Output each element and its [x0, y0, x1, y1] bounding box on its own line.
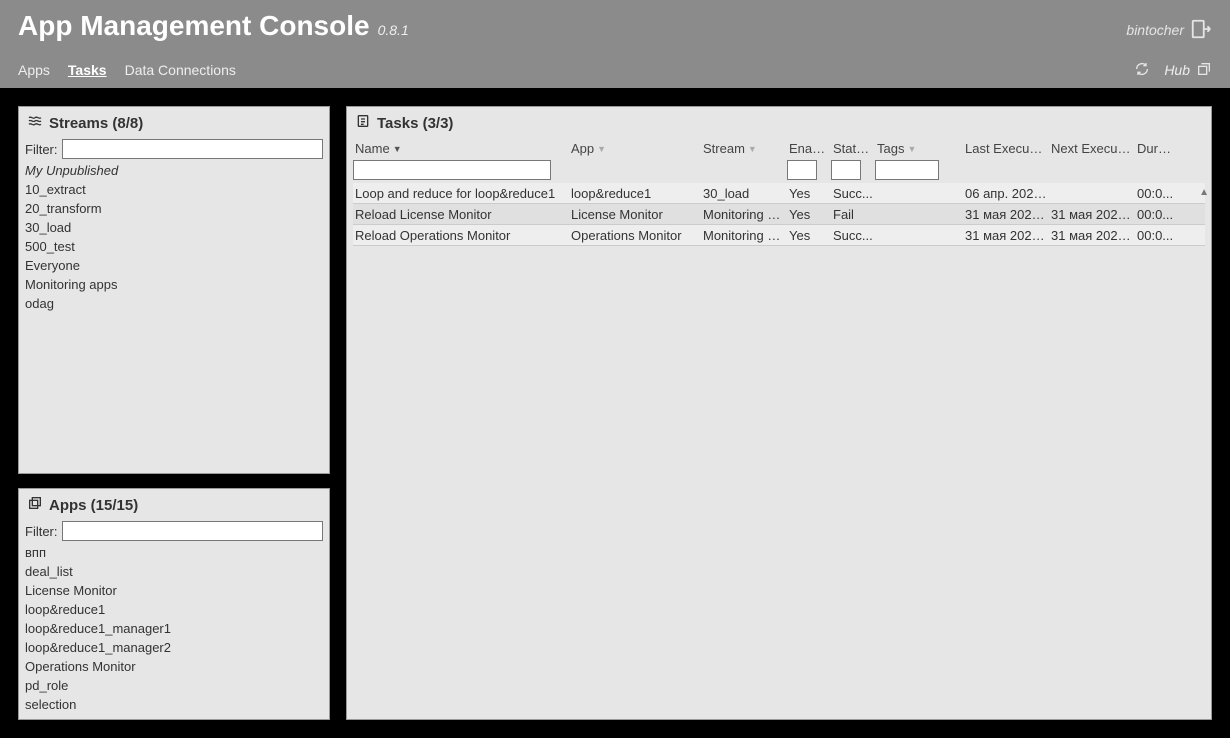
table-cell: Loop and reduce for loop&reduce1 [353, 186, 569, 201]
list-item[interactable]: 30_load [25, 218, 323, 237]
table-header: Name▼ App▼ Stream▼ Enabl... Statu... Tag… [353, 139, 1205, 158]
table-row[interactable]: Reload Operations MonitorOperations Moni… [353, 225, 1205, 246]
table-cell: 00:0... [1135, 228, 1181, 243]
list-item[interactable]: odag [25, 294, 323, 313]
tasks-panel: Tasks (3/3) Name▼ App▼ Stream▼ Enabl... … [346, 106, 1212, 720]
list-item[interactable]: Operations Monitor [25, 657, 323, 676]
filter-enabled-input[interactable] [787, 160, 817, 180]
streams-list: My Unpublished10_extract20_transform30_l… [25, 161, 323, 467]
streams-icon [27, 113, 43, 133]
hub-link[interactable]: Hub [1164, 61, 1212, 80]
streams-panel: Streams (8/8) Filter: My Unpublished10_e… [18, 106, 330, 474]
streams-filter-label: Filter: [25, 142, 58, 157]
tasks-icon [355, 113, 371, 133]
table-cell: Succ... [831, 228, 875, 243]
scroll-up-icon[interactable]: ▲ [1199, 187, 1209, 198]
tasks-title: Tasks (3/3) [377, 115, 453, 132]
list-item[interactable]: loop&reduce1 [25, 600, 323, 619]
col-header-duration[interactable]: Durat... [1135, 139, 1181, 158]
list-item[interactable]: 10_extract [25, 180, 323, 199]
table-cell: Succ... [831, 186, 875, 201]
list-item[interactable]: 20_transform [25, 199, 323, 218]
list-item[interactable]: loop&reduce1_manager2 [25, 638, 323, 657]
apps-filter-label: Filter: [25, 524, 58, 539]
header: App Management Console 0.8.1 bintocher A… [0, 0, 1230, 88]
apps-filter-input[interactable] [62, 521, 324, 541]
table-cell: 31 мая 2024 ... [963, 207, 1049, 222]
filter-status-input[interactable] [831, 160, 861, 180]
streams-title: Streams (8/8) [49, 115, 143, 132]
list-item[interactable]: License Monitor [25, 581, 323, 600]
table-cell: 06 апр. 2024... [963, 186, 1049, 201]
list-item[interactable]: selection [25, 695, 323, 713]
table-cell: 30_load [701, 186, 787, 201]
col-header-app[interactable]: App▼ [569, 139, 701, 158]
list-item[interactable]: deal_list [25, 562, 323, 581]
sort-icon: ▼ [597, 144, 606, 154]
table-cell: License Monitor [569, 207, 701, 222]
apps-title: Apps (15/15) [49, 497, 138, 514]
table-cell: Yes [787, 207, 831, 222]
table-row[interactable]: Loop and reduce for loop&reduce1loop&red… [353, 183, 1205, 204]
streams-filter-input[interactable] [62, 139, 324, 159]
external-link-icon [1196, 61, 1212, 80]
col-header-name[interactable]: Name▼ [353, 139, 569, 158]
col-header-status[interactable]: Statu... [831, 139, 875, 158]
table-cell: Reload Operations Monitor [353, 228, 569, 243]
col-header-tags[interactable]: Tags▼ [875, 139, 963, 158]
apps-panel: Apps (15/15) Filter: вппdeal_listLicense… [18, 488, 330, 720]
sort-icon: ▼ [907, 144, 916, 154]
table-cell: 31 мая 2024 ... [963, 228, 1049, 243]
table-cell: loop&reduce1 [569, 186, 701, 201]
col-header-last[interactable]: Last Execute... [963, 139, 1049, 158]
filter-tags-input[interactable] [875, 160, 939, 180]
table-cell: 31 мая 2024 ... [1049, 207, 1135, 222]
column-filters [353, 160, 1205, 180]
table-cell: Operations Monitor [569, 228, 701, 243]
list-item[interactable]: My Unpublished [25, 161, 323, 180]
table-cell: Yes [787, 186, 831, 201]
user-label: bintocher [1126, 22, 1184, 38]
workspace: Streams (8/8) Filter: My Unpublished10_e… [0, 88, 1230, 738]
table-cell: 31 мая 2024 ... [1049, 228, 1135, 243]
apps-list: вппdeal_listLicense Monitorloop&reduce1l… [25, 543, 323, 713]
list-item[interactable]: pd_role [25, 676, 323, 695]
refresh-icon[interactable] [1134, 61, 1150, 80]
app-version: 0.8.1 [378, 22, 409, 38]
list-item[interactable]: впп [25, 543, 323, 562]
nav-item-apps[interactable]: Apps [18, 62, 50, 78]
logout-icon[interactable] [1190, 18, 1212, 43]
list-item[interactable]: 500_test [25, 237, 323, 256]
table-cell: Fail [831, 207, 875, 222]
apps-icon [27, 495, 43, 515]
col-header-stream[interactable]: Stream▼ [701, 139, 787, 158]
table-cell: 00:0... [1135, 186, 1181, 201]
nav-item-tasks[interactable]: Tasks [68, 62, 107, 78]
table-cell: 00:0... [1135, 207, 1181, 222]
col-header-enabled[interactable]: Enabl... [787, 139, 831, 158]
hub-label: Hub [1164, 62, 1190, 78]
list-item[interactable]: loop&reduce1_manager1 [25, 619, 323, 638]
sort-desc-icon: ▼ [393, 144, 402, 154]
sort-icon: ▼ [748, 144, 757, 154]
list-item[interactable]: Monitoring apps [25, 275, 323, 294]
app-title: App Management Console [18, 10, 370, 42]
nav-item-data-connections[interactable]: Data Connections [125, 62, 236, 78]
table-body: Loop and reduce for loop&reduce1loop&red… [353, 183, 1205, 713]
table-cell: Monitoring a... [701, 207, 787, 222]
table-cell: Monitoring a... [701, 228, 787, 243]
table-row[interactable]: Reload License MonitorLicense MonitorMon… [353, 204, 1205, 225]
table-cell: Reload License Monitor [353, 207, 569, 222]
nav-tabs: Apps Tasks Data Connections [18, 62, 236, 78]
filter-name-input[interactable] [353, 160, 551, 180]
table-cell: Yes [787, 228, 831, 243]
list-item[interactable]: Everyone [25, 256, 323, 275]
col-header-next[interactable]: Next Execute... [1049, 139, 1135, 158]
